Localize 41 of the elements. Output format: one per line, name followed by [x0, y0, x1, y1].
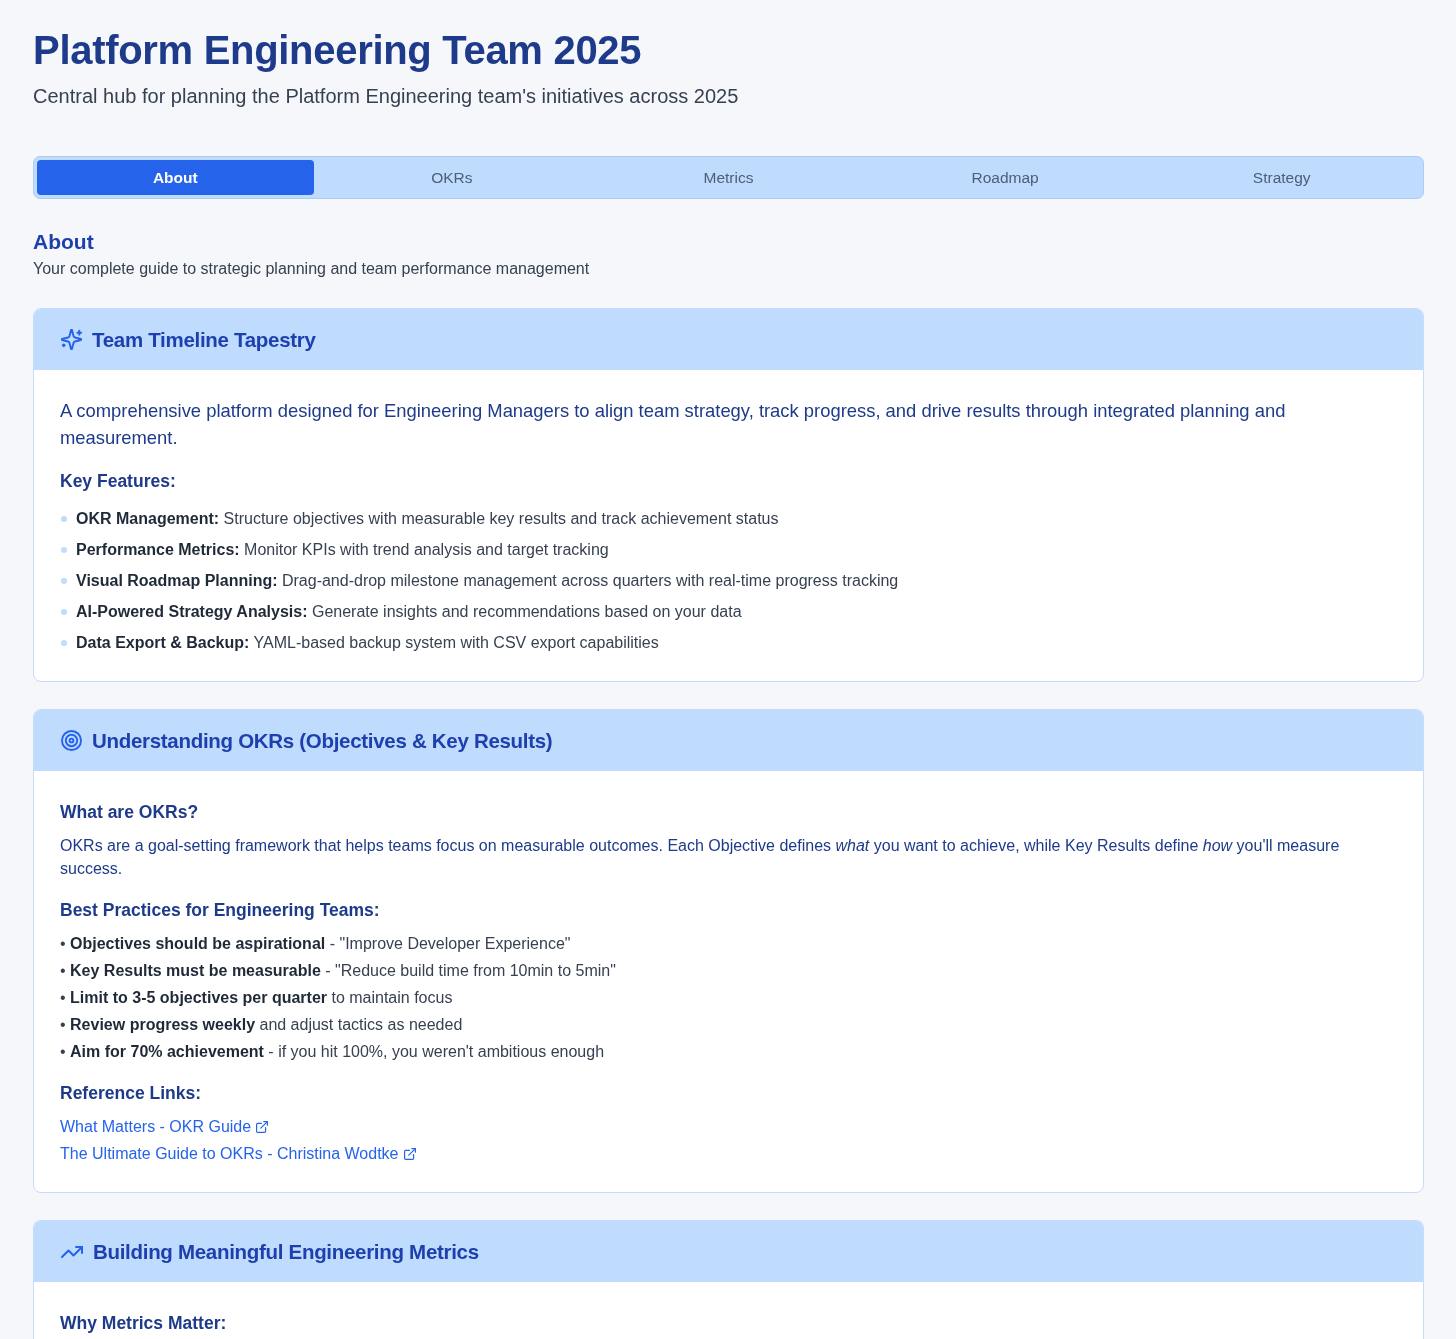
reference-link[interactable]: The Ultimate Guide to OKRs - Christina Wodtke — [60, 1142, 416, 1165]
tab[interactable]: Roadmap — [866, 160, 1144, 195]
bullet-dot-icon — [61, 639, 67, 646]
bullet-dot-icon — [61, 546, 67, 553]
target-icon — [61, 730, 82, 751]
feature-text: Data Export & Backup: YAML-based backup system with CSV export capabilities — [76, 633, 659, 653]
subheading: Reference Links: — [60, 1082, 203, 1105]
section-title: About — [33, 229, 94, 255]
external-link-icon — [403, 1147, 416, 1160]
external-link-icon — [256, 1120, 269, 1133]
body-paragraph: OKRs are a goal-setting framework that helps teams focus on measurable outcomes. Each Objective defines what you want to achieve, while Key Results define how you'll measure success. — [60, 836, 1341, 879]
subheading: Why Metrics Matter: — [60, 1312, 228, 1335]
bullet-dot-icon — [61, 608, 67, 615]
card-title: Team Timeline Tapestry — [92, 326, 316, 353]
tab[interactable]: Strategy — [1143, 160, 1420, 195]
practice-item: • Review progress weekly and adjust tactics as needed — [60, 1015, 464, 1035]
reference-link[interactable]: What Matters - OKR Guide — [60, 1115, 269, 1138]
page-title: Platform Engineering Team 2025 — [33, 27, 642, 73]
feature-text: AI-Powered Strategy Analysis: Generate insights and recommendations based on your data — [76, 602, 742, 622]
subheading: Key Features: — [60, 470, 177, 493]
section-subtitle: Your complete guide to strategic planning and team performance management — [33, 259, 590, 279]
page-subtitle: Central hub for planning the Platform Engineering team's initiatives across 2025 — [33, 84, 739, 109]
tab[interactable]: Metrics — [590, 160, 867, 195]
practice-item: • Aim for 70% achievement - if you hit 100%, you weren't ambitious enough — [60, 1042, 606, 1062]
subheading: What are OKRs? — [60, 801, 200, 824]
tab[interactable]: About — [37, 160, 314, 195]
bullet-dot-icon — [61, 577, 67, 584]
practice-item: • Limit to 3-5 objectives per quarter to maintain focus — [60, 988, 454, 1008]
card-title: Understanding OKRs (Objectives & Key Results) — [92, 727, 553, 754]
feature-text: Performance Metrics: Monitor KPIs with trend analysis and target tracking — [76, 540, 609, 560]
feature-text: OKR Management: Structure objectives with measurable key results and track achievement status — [76, 509, 779, 529]
description-text: A comprehensive platform designed for Engineering Managers to align team strategy, track progress, and drive results through integrated planning and measurement. — [60, 399, 1287, 450]
practice-item: • Key Results must be measurable - "Reduce build time from 10min to 5min" — [60, 961, 617, 981]
subheading: Best Practices for Engineering Teams: — [60, 899, 381, 922]
practice-item: • Objectives should be aspirational - "Improve Developer Experience" — [60, 934, 572, 954]
sparkles-icon — [61, 329, 82, 350]
tab[interactable]: OKRs — [313, 160, 591, 195]
feature-text: Visual Roadmap Planning: Drag-and-drop milestone management across quarters with real-time progress tracking — [76, 571, 899, 591]
bullet-dot-icon — [61, 515, 67, 522]
trending-up-icon — [61, 1245, 83, 1258]
card-title: Building Meaningful Engineering Metrics — [93, 1238, 479, 1265]
